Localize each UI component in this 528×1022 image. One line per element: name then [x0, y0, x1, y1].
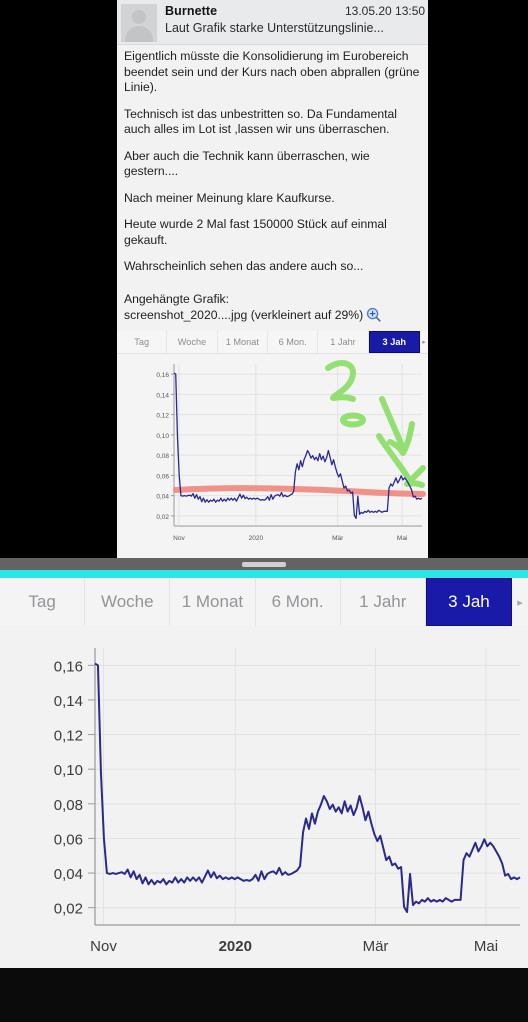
svg-text:Nov: Nov [173, 535, 185, 542]
post-paragraph: Eigentlich müsste die Konsolidierung im … [124, 49, 420, 94]
attachment-block: Angehängte Grafik: screenshot_2020....jp… [124, 292, 421, 324]
embedded-tab-6-mon: 6 Mon. [267, 331, 319, 353]
post-paragraph: Nach meiner Meinung klare Kaufkurse. [124, 190, 335, 205]
tab-3-jahre-selected[interactable]: 3 Jah [425, 578, 513, 626]
drag-handle-grip[interactable] [242, 562, 286, 567]
magnifier-plus-icon[interactable] [366, 307, 382, 323]
attachment-filename-row: screenshot_2020....jpg (verkleinert auf … [124, 307, 421, 324]
svg-text:0,16: 0,16 [156, 372, 169, 379]
svg-text:2020: 2020 [249, 535, 264, 542]
svg-text:0,08: 0,08 [54, 797, 83, 814]
main-chart-region: Tag Woche 1 Monat 6 Mon. 1 Jahr 3 Jah ▸ … [0, 578, 528, 968]
post-paragraph: Technisch ist das unbestritten so. Da Fu… [124, 106, 398, 137]
post-body: Eigentlich müsste die Konsolidierung im … [117, 45, 428, 324]
post-timestamp: 13.05.20 13:50 [345, 4, 426, 18]
post-paragraph: Heute wurde 2 Mal fast 150000 Stück auf … [124, 217, 387, 247]
post-paragraph: Aber auch die Technik kann überraschen, … [124, 148, 370, 179]
svg-text:0,10: 0,10 [156, 433, 169, 440]
accent-color-bar [0, 570, 528, 578]
post-header: Burnette 13.05.20 13:50 Laut Grafik star… [117, 0, 428, 45]
svg-text:0,12: 0,12 [156, 413, 169, 420]
embedded-tabs-overflow-arrow-icon: ▸ [419, 331, 428, 353]
svg-text:0,04: 0,04 [54, 866, 83, 883]
embedded-tab-woche: Woche [167, 331, 218, 353]
svg-text:Nov: Nov [90, 938, 117, 955]
tab-1-monat[interactable]: 1 Monat [170, 578, 256, 626]
tabs-overflow-arrow-icon[interactable]: ▸ [512, 578, 528, 626]
svg-text:0,04: 0,04 [156, 494, 169, 501]
svg-text:0,12: 0,12 [54, 728, 83, 745]
svg-text:0,06: 0,06 [156, 473, 169, 480]
svg-text:0,14: 0,14 [156, 392, 169, 399]
post-subject: Laut Grafik starke Unterstützungslinie..… [165, 21, 384, 35]
tab-woche[interactable]: Woche [85, 578, 171, 626]
panel-drag-handle-bar[interactable] [0, 558, 528, 570]
avatar [121, 4, 157, 42]
post-paragraph: Wahrscheinlich sehen das andere auch so.… [124, 259, 364, 273]
avatar-body-shape [125, 26, 153, 42]
svg-text:Mär: Mär [332, 535, 344, 542]
attachment-filename[interactable]: screenshot_2020....jpg (verkleinert auf … [124, 308, 363, 322]
timeframe-tab-bar: Tag Woche 1 Monat 6 Mon. 1 Jahr 3 Jah ▸ [0, 578, 528, 626]
embedded-tab-tag: Tag [117, 331, 168, 353]
forum-post-screenshot-region: Burnette 13.05.20 13:50 Laut Grafik star… [0, 0, 528, 558]
svg-text:0,14: 0,14 [54, 693, 83, 710]
tab-tag[interactable]: Tag [0, 578, 86, 626]
avatar-head-shape [132, 10, 146, 24]
svg-text:0,02: 0,02 [54, 901, 83, 918]
tab-1-jahr[interactable]: 1 Jahr [341, 578, 426, 626]
attachment-label: Angehängte Grafik: [124, 291, 230, 306]
svg-text:0,10: 0,10 [54, 762, 83, 779]
svg-text:0,16: 0,16 [54, 658, 83, 675]
price-chart[interactable]: 0,16 0,14 0,12 0,10 0,08 0,06 0,04 0,02 Nov 2020… [0, 628, 528, 968]
svg-text:Mai: Mai [397, 535, 407, 542]
svg-text:0,02: 0,02 [156, 514, 169, 521]
tab-6-mon[interactable]: 6 Mon. [256, 578, 341, 626]
embedded-tab-1-jahr: 1 Jahr [318, 331, 369, 353]
embedded-tab-1-monat: 1 Monat [217, 331, 268, 353]
embedded-chart-image[interactable]: Tag Woche 1 Monat 6 Mon. 1 Jahr 3 Jah ▸ … [117, 331, 428, 558]
svg-text:0,06: 0,06 [54, 831, 83, 848]
svg-text:Mai: Mai [474, 938, 498, 955]
embedded-tab-3-jahre-selected: 3 Jah [368, 331, 420, 353]
embedded-price-chart: 0,16 0,14 0,12 0,10 0,08 0,06 0,04 0,02 Nov 2020… [117, 354, 428, 558]
post-author-name: Burnette [165, 4, 218, 18]
svg-text:0,08: 0,08 [156, 453, 169, 460]
forum-post-panel: Burnette 13.05.20 13:50 Laut Grafik star… [117, 0, 428, 558]
embedded-timeframe-tabs: Tag Woche 1 Monat 6 Mon. 1 Jahr 3 Jah ▸ [117, 331, 428, 354]
svg-text:Mär: Mär [363, 938, 389, 955]
bottom-black-bar [0, 968, 528, 1022]
svg-text:2020: 2020 [219, 938, 252, 955]
